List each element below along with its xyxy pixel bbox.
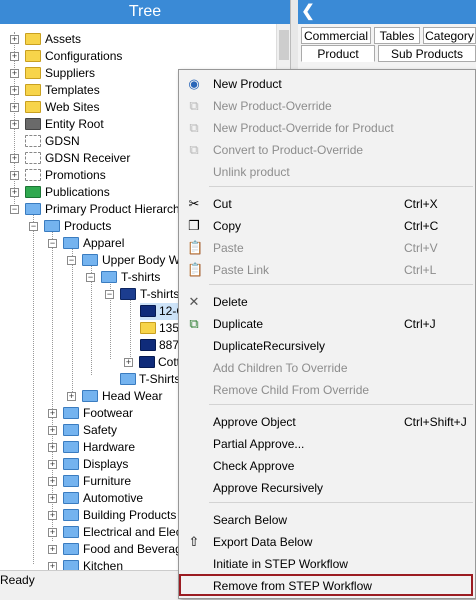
tree-item-footwear[interactable]: + Footwear (48, 405, 180, 422)
tree-item-kitchen[interactable]: + Kitchen (48, 558, 180, 570)
chevron-left-icon[interactable]: ❮ (298, 0, 318, 24)
tree-item-head-wear[interactable]: + Head Wear (67, 388, 180, 405)
menu-delete[interactable]: ✕ Delete (179, 291, 475, 313)
menu-convert-to-product-override[interactable]: ⧉ Convert to Product-Override (179, 139, 475, 161)
new-product-icon: ◉ (188, 76, 200, 91)
duplicate-icon: ⧉ (189, 316, 199, 331)
tree-item-food-beverage[interactable]: + Food and Beverage (48, 541, 180, 558)
tree-item-t-shirts-alt[interactable]: T-Shirts (120, 371, 180, 388)
menu-partial-approve[interactable]: Partial Approve... (179, 433, 475, 455)
export-icon: ⇧ (188, 534, 200, 549)
tree-item-8872[interactable]: 8872 (140, 337, 186, 354)
menu-paste-link[interactable]: 📋 Paste Link Ctrl+L (179, 259, 475, 281)
paste-icon: 📋 (187, 240, 204, 255)
menu-remove-child-from-override[interactable]: Remove Child From Override (179, 379, 475, 401)
tree-item-cott[interactable]: + Cott (124, 354, 180, 371)
tree-item-assets[interactable]: + Assets (10, 31, 270, 48)
tree-item-electrical[interactable]: + Electrical and Electro (48, 524, 180, 541)
menu-unlink-product[interactable]: Unlink product (179, 161, 475, 183)
menu-add-children-to-override[interactable]: Add Children To Override (179, 357, 475, 379)
tree-item-safety[interactable]: + Safety (48, 422, 180, 439)
tree-item-12-c[interactable]: 12-C (140, 303, 185, 320)
override-icon: ⧉ (189, 98, 199, 113)
menu-initiate-in-step-workflow[interactable]: Initiate in STEP Workflow (179, 553, 475, 575)
tree-item-automotive[interactable]: + Automotive (48, 490, 180, 507)
status-text: Ready (0, 573, 35, 587)
scissors-icon: ✂ (188, 196, 200, 211)
menu-new-product-override[interactable]: ⧉ New Product-Override (179, 95, 475, 117)
tree-item-furniture[interactable]: + Furniture (48, 473, 180, 490)
copy-icon: ❐ (188, 218, 200, 233)
menu-approve-object[interactable]: Approve Object Ctrl+Shift+J (179, 411, 475, 433)
tree-item-configurations[interactable]: + Configurations (10, 48, 270, 65)
tree-header: Tree (0, 0, 290, 24)
menu-export-data-below[interactable]: ⇧ Export Data Below (179, 531, 475, 553)
menu-paste[interactable]: 📋 Paste Ctrl+V (179, 237, 475, 259)
tab-category[interactable]: Category (423, 27, 476, 44)
tab-commercial[interactable]: Commercial (301, 27, 371, 44)
menu-duplicate-recursively[interactable]: DuplicateRecursively (179, 335, 475, 357)
context-menu: ◉ New Product ⧉ New Product-Override ⧉ N… (178, 69, 476, 599)
tree-item-displays[interactable]: + Displays (48, 456, 180, 473)
tab-tables[interactable]: Tables (374, 27, 420, 44)
delete-icon: ✕ (188, 294, 200, 309)
tree-item-1354[interactable]: 1354 (140, 320, 186, 337)
highlight-box (179, 574, 473, 596)
menu-new-product[interactable]: ◉ New Product (179, 73, 475, 95)
menu-duplicate[interactable]: ⧉ Duplicate Ctrl+J (179, 313, 475, 335)
menu-new-product-override-for-product[interactable]: ⧉ New Product-Override for Product (179, 117, 475, 139)
tab-product[interactable]: Product (301, 45, 375, 62)
tree-item-building-products[interactable]: + Building Products (48, 507, 180, 524)
override-icon: ⧉ (189, 120, 199, 135)
menu-cut[interactable]: ✂ Cut Ctrl+X (179, 193, 475, 215)
scrollbar-thumb[interactable] (279, 30, 289, 60)
override-icon: ⧉ (189, 142, 199, 157)
tab-sub-products[interactable]: Sub Products (378, 45, 476, 62)
menu-approve-recursively[interactable]: Approve Recursively (179, 477, 475, 499)
menu-copy[interactable]: ❐ Copy Ctrl+C (179, 215, 475, 237)
detail-header: ❮ (298, 0, 476, 24)
menu-search-below[interactable]: Search Below (179, 509, 475, 531)
tree-item-hardware[interactable]: + Hardware (48, 439, 180, 456)
paste-link-icon: 📋 (187, 262, 204, 277)
menu-check-approve[interactable]: Check Approve (179, 455, 475, 477)
